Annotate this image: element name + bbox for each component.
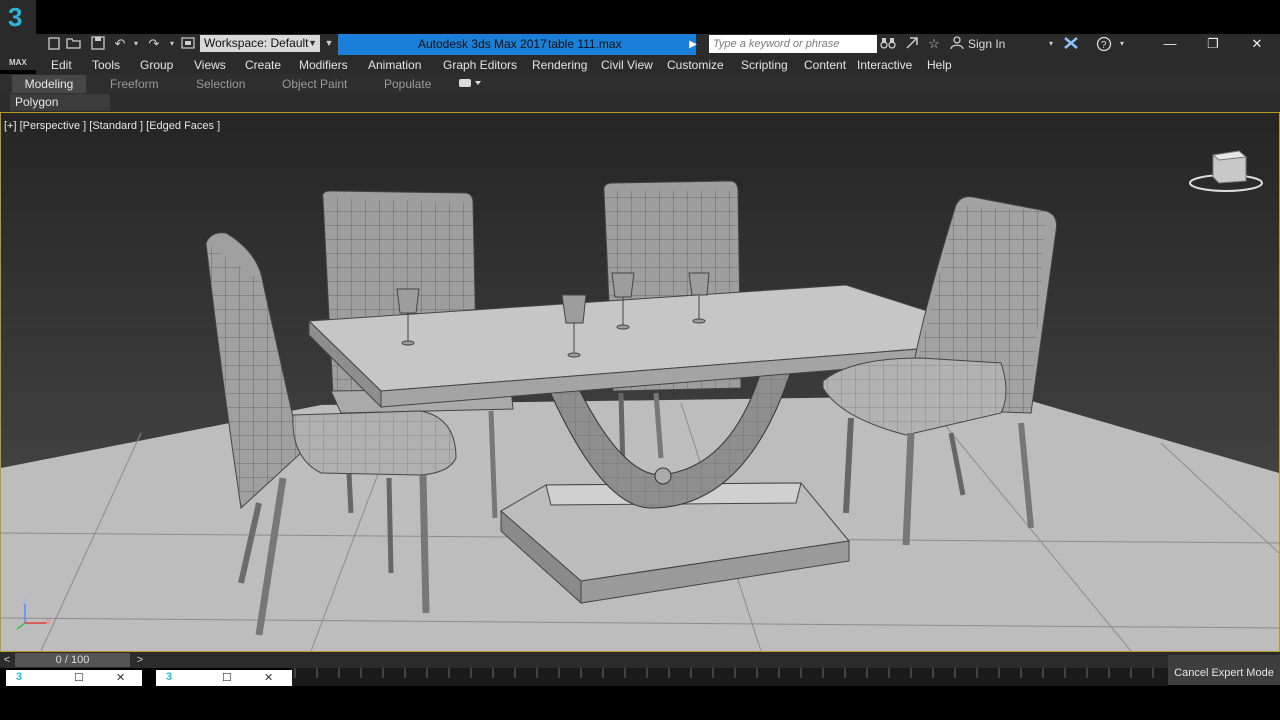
- sign-in-dropdown-icon[interactable]: ▾: [1043, 36, 1059, 52]
- menu-modifiers[interactable]: Modifiers: [299, 56, 348, 74]
- app-title: Autodesk 3ds Max 2017: [418, 37, 547, 51]
- restore-small-icon[interactable]: ☐: [74, 671, 84, 684]
- menu-views[interactable]: Views: [194, 56, 226, 74]
- workspace-value: Workspace: Default: [204, 36, 309, 50]
- chevron-right-icon: ▶: [689, 39, 697, 50]
- app-logo-small-icon: 3: [166, 671, 173, 683]
- app-logo-small-icon: 3: [16, 671, 23, 683]
- time-slider-bar: [0, 652, 1280, 668]
- ribbon-panel: [0, 94, 1280, 112]
- menu-animation[interactable]: Animation: [368, 56, 421, 74]
- close-small-icon[interactable]: ✕: [264, 671, 273, 684]
- user-icon[interactable]: [949, 36, 965, 52]
- menu-interactive[interactable]: Interactive: [857, 56, 912, 74]
- redo-dropdown-icon[interactable]: ▾: [164, 36, 180, 52]
- sign-in-button[interactable]: Sign In: [968, 35, 1005, 53]
- save-icon[interactable]: [90, 36, 106, 52]
- app-logo-label: MAX: [9, 58, 27, 67]
- time-slider[interactable]: 0 / 100: [15, 653, 130, 667]
- menu-graph-editors[interactable]: Graph Editors: [443, 56, 517, 74]
- restore-small-icon[interactable]: ☐: [222, 671, 232, 684]
- file-title: table 111.max: [548, 37, 622, 51]
- open-icon[interactable]: [66, 36, 82, 52]
- redo-icon[interactable]: ↷: [146, 36, 162, 52]
- favorites-star-icon[interactable]: ☆: [926, 36, 942, 52]
- workspace-select[interactable]: Workspace: Default ▼: [200, 35, 320, 52]
- tab-selection[interactable]: Selection: [196, 75, 245, 93]
- help-icon[interactable]: ?: [1096, 36, 1112, 52]
- viewport-label[interactable]: [+] [Perspective ] [Standard ] [Edged Fa…: [4, 120, 220, 132]
- track-bar[interactable]: [290, 668, 1168, 686]
- search-input[interactable]: Type a keyword or phrase: [709, 35, 877, 53]
- taskbar-window-1[interactable]: 3 ☐ ✕: [6, 670, 142, 686]
- menu-help[interactable]: Help: [927, 56, 952, 74]
- svg-text:?: ?: [1101, 40, 1107, 51]
- new-icon[interactable]: [46, 36, 62, 52]
- menu-content[interactable]: Content: [804, 56, 846, 74]
- undo-dropdown-icon[interactable]: ▾: [128, 36, 144, 52]
- viewport-scene: [1, 113, 1279, 651]
- tab-freeform[interactable]: Freeform: [110, 75, 159, 93]
- menu-customize[interactable]: Customize: [667, 56, 724, 74]
- app-menu-button[interactable]: 3 MAX: [0, 0, 36, 70]
- project-folder-icon[interactable]: [180, 36, 196, 52]
- tab-populate[interactable]: Populate: [384, 75, 431, 93]
- window-title-bar: Autodesk 3ds Max 2017 table 111.max ▶: [338, 34, 697, 55]
- undo-icon[interactable]: ↶: [112, 36, 128, 52]
- tab-object-paint[interactable]: Object Paint: [282, 75, 347, 93]
- next-frame-button[interactable]: >: [133, 653, 147, 667]
- menu-group[interactable]: Group: [140, 56, 173, 74]
- workspace-options-icon[interactable]: ▼: [322, 35, 336, 52]
- autodesk-exchange-icon[interactable]: [1063, 36, 1079, 52]
- taskbar-window-2[interactable]: 3 ☐ ✕: [156, 670, 292, 686]
- cancel-expert-mode-button[interactable]: Cancel Expert Mode: [1168, 655, 1280, 685]
- app-logo-mark: 3: [8, 2, 23, 32]
- menu-edit[interactable]: Edit: [51, 56, 72, 74]
- minimize-icon[interactable]: —: [1150, 34, 1190, 54]
- help-dropdown-icon[interactable]: ▾: [1114, 36, 1130, 52]
- window-top-strip: [0, 0, 1280, 34]
- ribbon-options-icon[interactable]: [458, 77, 482, 91]
- perspective-viewport[interactable]: [0, 112, 1280, 652]
- axis-z-label: z: [22, 596, 27, 606]
- tab-modeling[interactable]: Modeling: [12, 75, 86, 93]
- menu-rendering[interactable]: Rendering: [532, 56, 587, 74]
- chevron-down-icon: ▼: [308, 38, 317, 48]
- close-icon[interactable]: ✕: [1237, 34, 1277, 54]
- binoculars-icon[interactable]: [880, 36, 896, 52]
- track-ticks: [294, 668, 1154, 678]
- menu-scripting[interactable]: Scripting: [741, 56, 788, 74]
- communication-center-icon[interactable]: [904, 36, 920, 52]
- ribbon-tab-bar: [0, 74, 1280, 94]
- menu-tools[interactable]: Tools: [92, 56, 120, 74]
- polygon-modeling-panel-button[interactable]: Polygon Modeling: [10, 94, 110, 126]
- previous-frame-button[interactable]: <: [0, 653, 14, 667]
- restore-icon[interactable]: ❐: [1193, 34, 1233, 54]
- menu-create[interactable]: Create: [245, 56, 281, 74]
- menu-civil-view[interactable]: Civil View: [601, 56, 653, 74]
- close-small-icon[interactable]: ✕: [116, 671, 125, 684]
- axis-x-label: x: [46, 616, 51, 626]
